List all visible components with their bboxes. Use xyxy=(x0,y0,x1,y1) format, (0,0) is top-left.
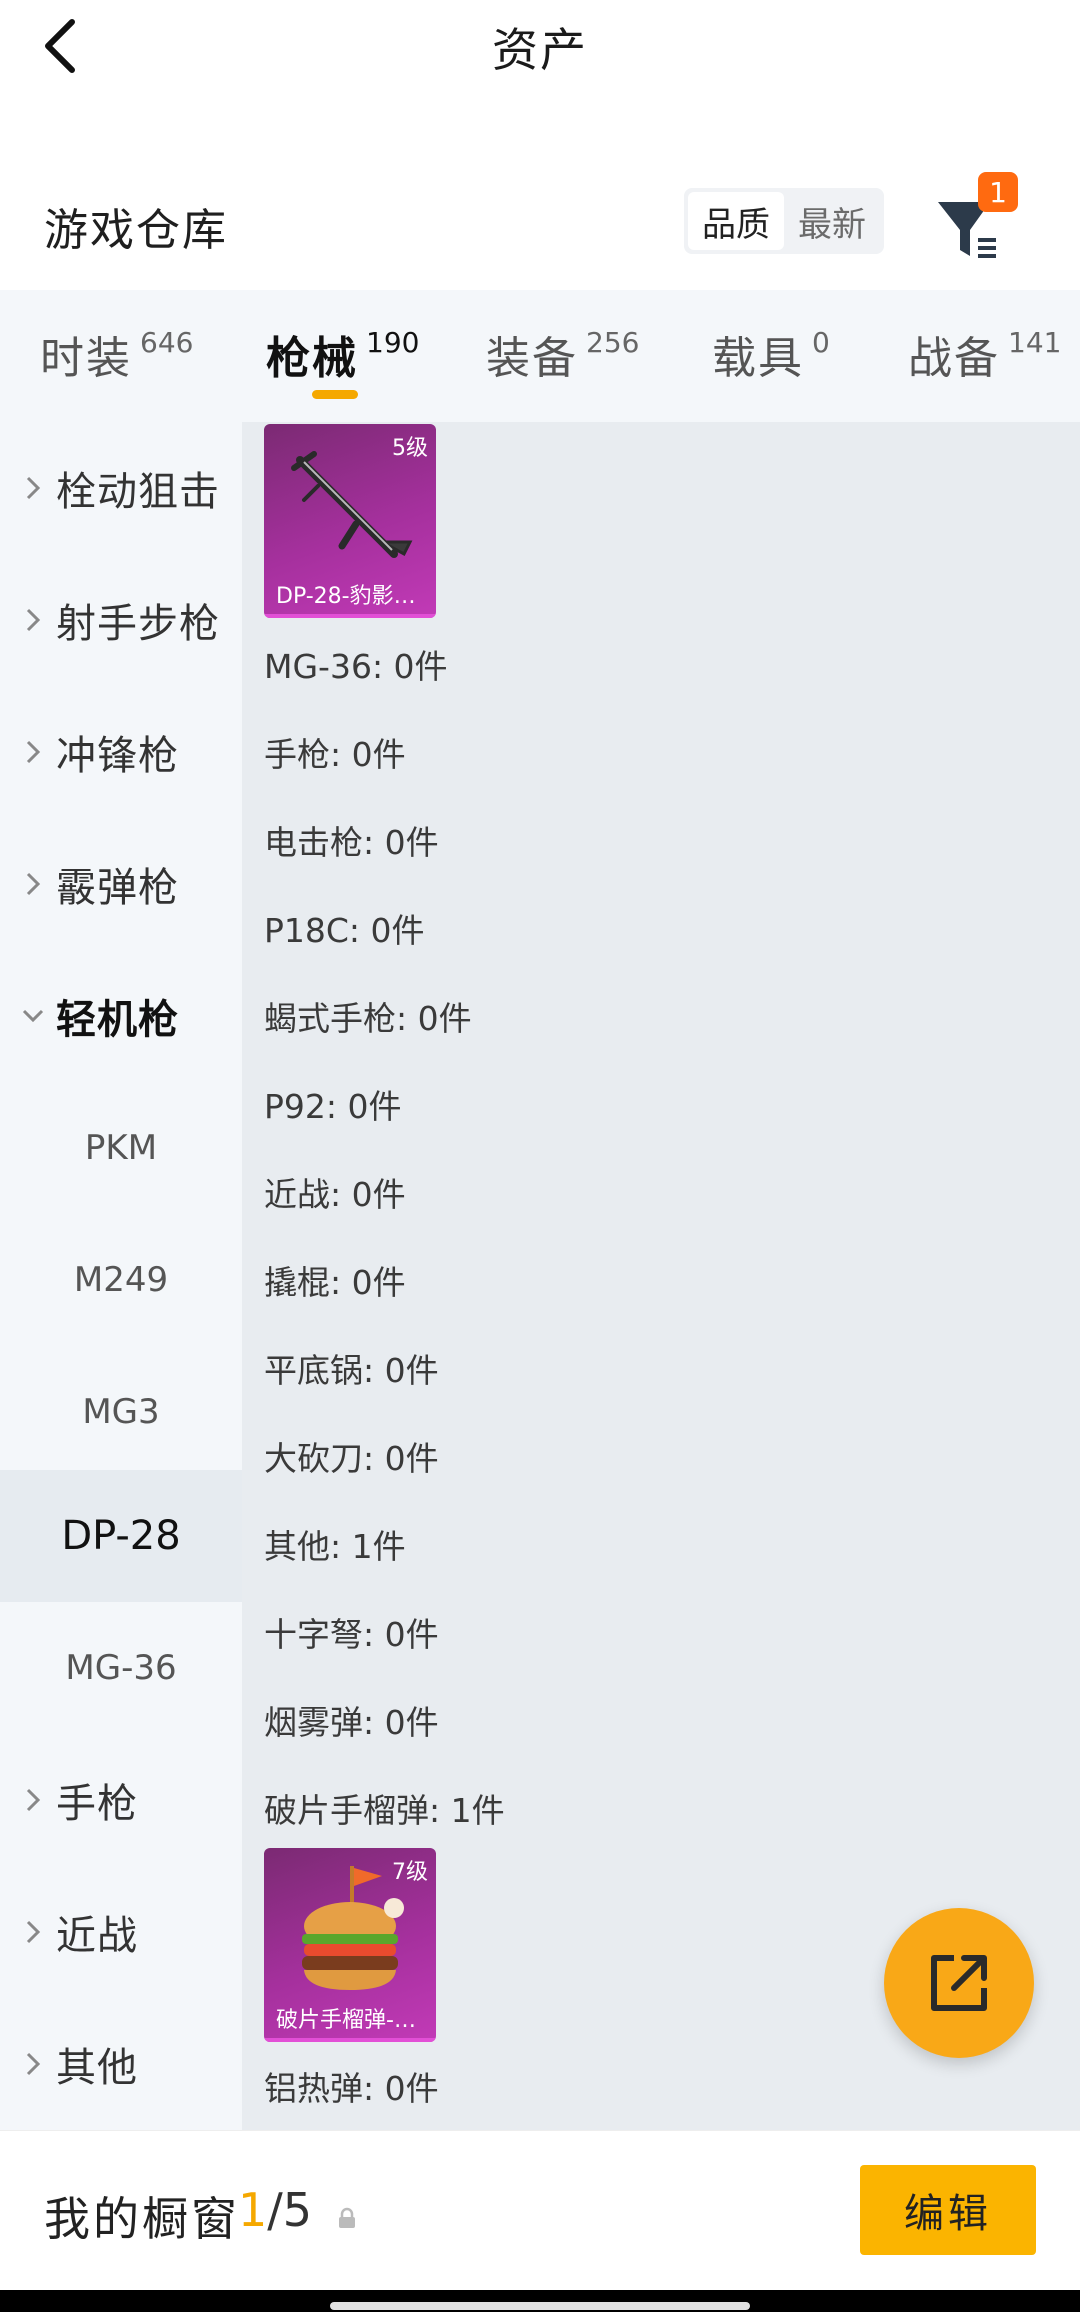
sort-quality-button[interactable]: 品质 xyxy=(688,192,784,250)
item-list: 5级 DP-28-豹影… MG-36: 0件 手枪: 0件 电击枪: 0件 P1… xyxy=(242,422,1080,2130)
chevron-down-icon xyxy=(22,1009,44,1023)
tab-count: 190 xyxy=(366,326,420,359)
list-item: MG-36: 0件 xyxy=(264,647,448,686)
tab-label: 战备 xyxy=(908,333,1000,384)
top-bar: 资产 xyxy=(0,0,1080,90)
list-item: 电击枪: 0件 xyxy=(264,823,439,862)
list-item: 撬棍: 0件 xyxy=(264,1263,406,1302)
category-tabs: 时装 646 枪械 190 装备 256 载具 0 战备 141 xyxy=(0,290,1080,422)
active-tab-indicator xyxy=(312,390,358,399)
sort-newest-button[interactable]: 最新 xyxy=(784,192,880,250)
sort-segmented-control: 品质 最新 xyxy=(684,188,884,254)
item-name: 破片手榴弹-… xyxy=(276,2008,416,2033)
share-icon xyxy=(931,1955,987,2011)
chevron-right-icon xyxy=(26,740,41,764)
tab-label: 时装 xyxy=(40,333,132,384)
item-name: DP-28-豹影… xyxy=(276,584,416,609)
chevron-right-icon xyxy=(26,608,41,632)
sidebar-item-pistol[interactable]: 手枪 xyxy=(0,1734,242,1866)
list-item: 蝎式手枪: 0件 xyxy=(264,999,472,1038)
tab-fashion[interactable]: 时装 646 xyxy=(40,322,193,386)
page-title: 资产 xyxy=(492,23,588,77)
list-item: 烟雾弹: 0件 xyxy=(264,1703,439,1742)
sidebar-subitem-mg36[interactable]: MG-36 xyxy=(0,1602,242,1734)
tab-label: 枪械 xyxy=(266,333,358,384)
sidebar-item-label: 冲锋枪 xyxy=(56,733,179,779)
sidebar-subitem-m249[interactable]: M249 xyxy=(0,1214,242,1346)
filter-badge: 1 xyxy=(978,172,1018,212)
chevron-right-icon xyxy=(26,872,41,896)
share-button[interactable] xyxy=(884,1908,1034,2058)
tab-firearms[interactable]: 枪械 190 xyxy=(266,322,419,386)
tab-supplies[interactable]: 战备 141 xyxy=(908,322,1061,386)
home-indicator[interactable] xyxy=(330,2302,750,2310)
item-level: 5级 xyxy=(392,436,428,461)
showcase-count: 1/5 xyxy=(238,2183,312,2237)
sidebar-item-other[interactable]: 其他 xyxy=(0,1998,242,2130)
sidebar-item-label: 手枪 xyxy=(56,1781,138,1827)
sidebar-item-label: 射手步枪 xyxy=(56,601,220,647)
lock-icon xyxy=(339,2207,355,2228)
chevron-right-icon xyxy=(26,2052,41,2076)
list-item: 十字弩: 0件 xyxy=(264,1615,439,1654)
tab-label: 载具 xyxy=(712,333,804,384)
sidebar-item-label: 其他 xyxy=(56,2045,138,2091)
sidebar-item-smg[interactable]: 冲锋枪 xyxy=(0,686,242,818)
sidebar-item-melee[interactable]: 近战 xyxy=(0,1866,242,1998)
tab-count: 0 xyxy=(812,326,830,359)
tab-count: 646 xyxy=(140,326,194,359)
sidebar-item-label: 近战 xyxy=(56,1913,138,1959)
list-item: 其他: 1件 xyxy=(264,1527,406,1566)
list-item: 平底锅: 0件 xyxy=(264,1351,439,1390)
tab-count: 256 xyxy=(586,326,640,359)
showcase-current: 1 xyxy=(238,2183,268,2237)
showcase-title: 我的橱窗 xyxy=(44,2192,240,2246)
tab-equipment[interactable]: 装备 256 xyxy=(486,322,639,386)
tab-vehicles[interactable]: 载具 0 xyxy=(712,322,830,386)
tab-count: 141 xyxy=(1008,326,1062,359)
showcase-total: /5 xyxy=(267,2183,313,2237)
item-level: 7级 xyxy=(392,1860,428,1885)
chevron-right-icon xyxy=(26,1920,41,1944)
list-item: 大砍刀: 0件 xyxy=(264,1439,439,1478)
list-item: P18C: 0件 xyxy=(264,911,425,950)
chevron-right-icon xyxy=(26,1788,41,1812)
sidebar-item-bolt-sniper[interactable]: 栓动狙击 xyxy=(0,422,242,554)
list-item: 铝热弹: 0件 xyxy=(264,2069,439,2108)
sidebar-subitem-dp28[interactable]: DP-28 xyxy=(0,1470,242,1602)
chevron-right-icon xyxy=(26,476,41,500)
sidebar-item-lmg[interactable]: 轻机枪 xyxy=(0,950,242,1082)
list-item: 手枪: 0件 xyxy=(264,735,406,774)
edit-button[interactable]: 编辑 xyxy=(860,2165,1036,2255)
sidebar-item-label: 轻机枪 xyxy=(56,997,179,1043)
sidebar-item-label: 栓动狙击 xyxy=(56,469,220,515)
list-item: P92: 0件 xyxy=(264,1087,402,1126)
showcase-bar: 我的橱窗 1/5 编辑 xyxy=(0,2130,1080,2290)
tab-label: 装备 xyxy=(486,333,578,384)
sidebar-item-shotgun[interactable]: 霰弹枪 xyxy=(0,818,242,950)
sidebar-subitem-pkm[interactable]: PKM xyxy=(0,1082,242,1214)
sidebar-subitem-mg3[interactable]: MG3 xyxy=(0,1346,242,1478)
warehouse-title: 游戏仓库 xyxy=(44,205,228,256)
sidebar-item-marksman-rifle[interactable]: 射手步枪 xyxy=(0,554,242,686)
list-item: 破片手榴弹: 1件 xyxy=(264,1791,505,1830)
category-sidebar: 栓动狙击 射手步枪 冲锋枪 霰弹枪 轻机枪 PKM M249 MG3 DP-28… xyxy=(0,422,242,2130)
warehouse-header: 游戏仓库 品质 最新 1 xyxy=(0,150,1080,290)
item-card-grenade[interactable]: 7级 破片手榴弹-… xyxy=(264,1848,436,2042)
list-item: 近战: 0件 xyxy=(264,1175,406,1214)
sidebar-item-label: 霰弹枪 xyxy=(56,865,179,911)
item-card-dp28[interactable]: 5级 DP-28-豹影… xyxy=(264,424,436,618)
